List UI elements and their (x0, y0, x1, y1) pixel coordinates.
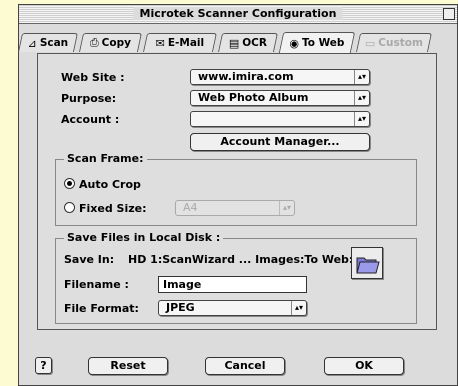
updown-arrows-icon: ▴▾ (279, 201, 294, 215)
save-in-path: HD 1:ScanWizard ... Images:To Web: (128, 253, 354, 266)
updown-arrows-icon: ▴▾ (291, 301, 306, 315)
to-web-panel: Web Site : www.imira.com ▴▾ Purpose: Web… (37, 53, 437, 330)
account-manager-button[interactable]: Account Manager... (190, 133, 370, 151)
printer-icon: ⎙ (89, 36, 99, 49)
save-in-label: Save In: (64, 253, 115, 266)
account-label: Account : (61, 113, 120, 126)
purpose-select[interactable]: Web Photo Album ▴▾ (190, 90, 370, 106)
updown-arrows-icon: ▴▾ (354, 112, 369, 126)
cancel-button[interactable]: Cancel (205, 357, 285, 375)
tab-label: Copy (101, 37, 131, 49)
reset-button[interactable]: Reset (88, 357, 168, 375)
save-files-title: Save Files in Local Disk : (64, 231, 224, 244)
ocr-icon: ▤ (228, 36, 240, 50)
ok-button[interactable]: OK (324, 357, 404, 375)
help-button[interactable]: ? (35, 357, 52, 374)
auto-crop-radio[interactable]: Auto Crop (64, 178, 141, 191)
file-format-value: JPEG (166, 301, 195, 314)
website-value: www.imira.com (198, 70, 294, 83)
fixed-size-label: Fixed Size: (79, 202, 147, 215)
tab-bar: ⊿ Scan ⎙ Copy ✉ E-Mail ▤ OCR ◉ To Web ▭ Custom (17, 32, 433, 53)
tab-scan[interactable]: ⊿ Scan (17, 33, 79, 52)
tab-copy[interactable]: ⎙ Copy (78, 33, 143, 52)
email-icon: ✉ (155, 36, 165, 50)
folder-icon: ▭ (364, 36, 376, 50)
window-title: Microtek Scanner Configuration (133, 7, 343, 20)
website-label: Web Site : (61, 71, 125, 84)
tab-ocr[interactable]: ▤ OCR (217, 33, 279, 52)
account-select[interactable]: ▴▾ (190, 111, 370, 127)
website-select[interactable]: www.imira.com ▴▾ (190, 69, 370, 85)
file-format-select[interactable]: JPEG ▴▾ (158, 300, 307, 316)
radio-unselected-icon (64, 202, 75, 213)
tab-label: OCR (242, 37, 267, 49)
fixed-size-radio[interactable]: Fixed Size: (64, 202, 147, 215)
fixed-size-select[interactable]: A4 ▴▾ (175, 200, 295, 216)
purpose-label: Purpose: (61, 92, 117, 105)
zoom-box-button[interactable] (443, 8, 455, 20)
scan-frame-title: Scan Frame: (64, 152, 147, 165)
auto-crop-label: Auto Crop (79, 178, 141, 191)
help-icon: ? (40, 359, 47, 372)
folder-icon (356, 257, 380, 274)
filename-label: Filename : (64, 278, 129, 291)
updown-arrows-icon: ▴▾ (354, 91, 369, 105)
save-files-group: Save Files in Local Disk : Save In: HD 1… (55, 231, 417, 324)
globe-icon: ◉ (289, 36, 299, 50)
tab-email[interactable]: ✉ E-Mail (142, 33, 218, 52)
radio-selected-icon (64, 178, 75, 189)
tab-custom[interactable]: ▭ Custom (355, 33, 433, 52)
tab-label: To Web (301, 37, 345, 49)
tab-label: Scan (39, 37, 69, 49)
scanner-icon: ⊿ (27, 36, 37, 50)
choose-folder-button[interactable] (351, 247, 383, 279)
scan-frame-group: Scan Frame: Auto Crop Fixed Size: A4 ▴▾ (55, 152, 417, 226)
tab-label: Custom (378, 37, 423, 49)
updown-arrows-icon: ▴▾ (354, 70, 369, 84)
file-format-label: File Format: (64, 302, 139, 315)
purpose-value: Web Photo Album (198, 91, 309, 104)
filename-input[interactable]: Image (158, 276, 307, 293)
tab-label: E-Mail (167, 37, 205, 49)
tab-to-web[interactable]: ◉ To Web (278, 32, 356, 53)
title-bar[interactable]: Microtek Scanner Configuration (19, 5, 457, 24)
fixed-size-value: A4 (183, 201, 198, 214)
